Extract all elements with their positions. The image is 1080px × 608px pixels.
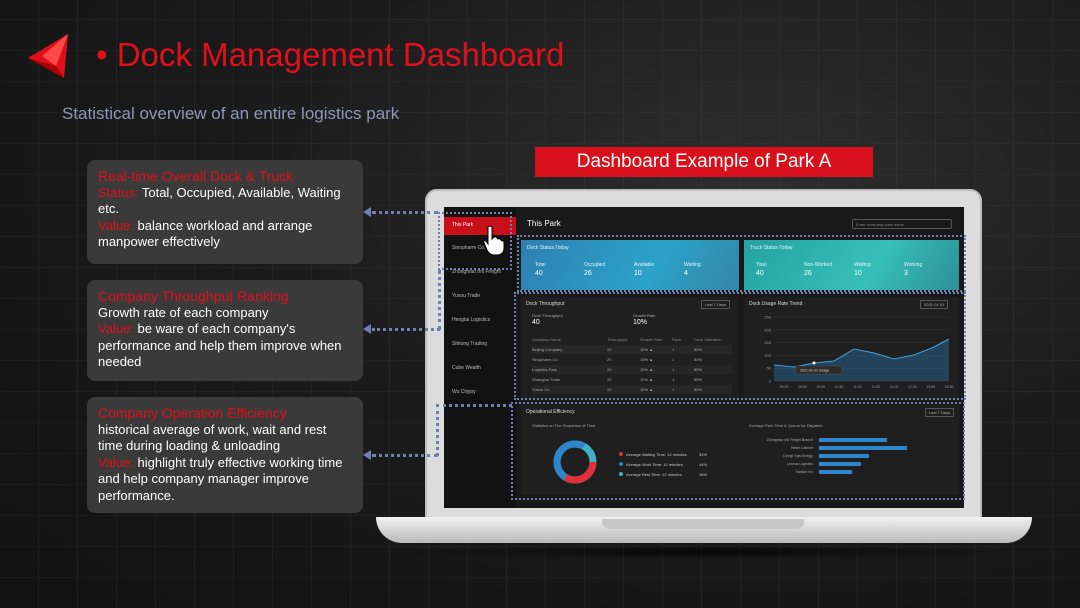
card-operation-efficiency: Company Operation Efficiency historical … (87, 397, 363, 513)
brand-logo-icon (28, 34, 68, 78)
arrow-left-icon (363, 324, 371, 334)
highlight-sidebar (438, 212, 512, 270)
highlight-throughput (514, 292, 966, 400)
connector-line (372, 328, 440, 331)
card-heading: Real-time Overall Dock & Truck (98, 168, 294, 184)
connector-line (436, 404, 512, 407)
card-heading: Company Operation Efficiency (98, 405, 287, 421)
highlight-status-tiles (517, 235, 966, 292)
card-value: Value: balance workload and arrange manp… (98, 217, 313, 250)
card-throughput-ranking: Company Throughput Ranking Growth rate o… (87, 280, 363, 381)
connector-line (372, 211, 438, 214)
screen-search-input[interactable]: Enter company/ park name (852, 219, 952, 229)
card-value: Value: be ware of each company's perform… (98, 321, 342, 369)
arrow-left-icon (363, 450, 371, 460)
laptop-notch (602, 519, 804, 529)
card-value: Value: highlight truly effective working… (98, 454, 343, 503)
card-lead: Growth rate of each company (98, 304, 269, 320)
card-lead: Status: Total, Occupied, Available, Wait… (98, 184, 341, 217)
sidebar-item[interactable]: Yusou Trade (452, 293, 480, 299)
card-lead: historical average of work, wait and res… (98, 421, 327, 454)
sidebar-item[interactable]: Shitong Trading (452, 341, 487, 347)
dashboard-example-banner: Dashboard Example of Park A (535, 147, 873, 177)
connector-line (438, 270, 441, 330)
card-heading: Company Throughput Ranking (98, 288, 289, 304)
highlight-efficiency (511, 402, 965, 500)
sidebar-item[interactable]: Wu Cityjoy (452, 389, 476, 395)
screen-main-title: This Park (527, 219, 561, 228)
sidebar-item[interactable]: Hengtai Logistics (452, 317, 490, 323)
connector-line (436, 404, 439, 456)
page-subtitle: Statistical overview of an entire logist… (62, 104, 400, 123)
arrow-left-icon (363, 207, 371, 217)
laptop-shadow (390, 545, 1020, 559)
page-title: • Dock Management Dashboard (96, 36, 565, 73)
card-dock-truck-status: Real-time Overall Dock & Truck Status: T… (87, 160, 363, 264)
slide: • Dock Management Dashboard Statistical … (0, 0, 1080, 608)
sidebar-item[interactable]: Cube Wealth (452, 365, 481, 371)
connector-line (372, 454, 438, 457)
